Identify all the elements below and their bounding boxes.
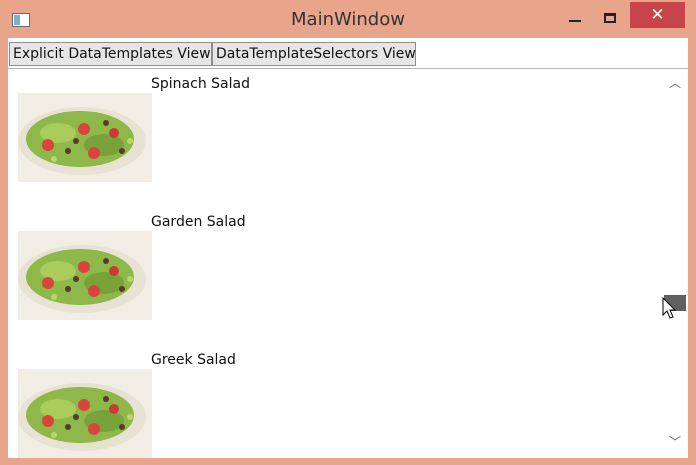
item-name: Garden Salad [151, 214, 246, 230]
title-bar[interactable]: MainWindow ✕ [0, 0, 696, 38]
main-window: MainWindow ✕ Explicit DataTemplates View… [0, 0, 696, 465]
close-button[interactable]: ✕ [630, 2, 685, 28]
salad-image [18, 231, 152, 320]
item-name: Greek Salad [151, 352, 236, 368]
datatemplateselectors-view-button[interactable]: DataTemplateSelectors View [212, 42, 416, 66]
minimize-button[interactable] [555, 4, 595, 32]
maximize-button[interactable] [595, 4, 625, 32]
scroll-down-arrow-icon[interactable]: ﹀ [663, 433, 687, 453]
vertical-scrollbar[interactable]: ︿ ﹀ [663, 69, 687, 458]
maximize-icon [604, 13, 616, 23]
salad-list[interactable]: Spinach Salad Garden Salad Greek Salad [8, 69, 663, 458]
list-item[interactable]: Garden Salad [8, 207, 663, 337]
item-name: Spinach Salad [151, 76, 250, 92]
list-item[interactable]: Greek Salad [8, 345, 663, 458]
minimize-icon [569, 20, 581, 22]
view-toolbar: Explicit DataTemplates View DataTemplate… [8, 38, 688, 69]
list-item[interactable]: Spinach Salad [8, 69, 663, 199]
explicit-datatemplates-view-button[interactable]: Explicit DataTemplates View [9, 42, 212, 66]
close-icon: ✕ [650, 5, 665, 25]
scroll-up-arrow-icon[interactable]: ︿ [663, 74, 687, 94]
salad-image [18, 369, 152, 458]
mouse-pointer-icon [662, 297, 677, 319]
client-area: Explicit DataTemplates View DataTemplate… [8, 38, 688, 458]
salad-image [18, 93, 152, 182]
